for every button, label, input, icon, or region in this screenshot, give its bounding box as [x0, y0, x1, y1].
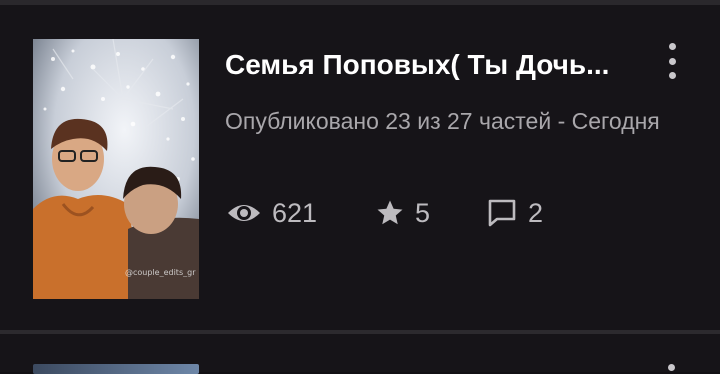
- stars-stat: 5: [375, 193, 430, 233]
- more-vertical-icon[interactable]: [668, 364, 675, 371]
- more-vertical-icon: [668, 43, 676, 50]
- fanfic-card[interactable]: @couple_edits_gr Семья Поповых( Ты Дочь.…: [0, 5, 720, 330]
- next-cover-image[interactable]: [33, 364, 199, 374]
- comment-icon: [488, 199, 516, 227]
- fanfic-title[interactable]: Семья Поповых( Ты Дочь...: [225, 47, 645, 83]
- more-vertical-icon: [668, 57, 676, 65]
- publication-status: Опубликовано 23 из 27 частей - Сегодня: [225, 108, 660, 134]
- comments-count: 2: [528, 198, 544, 228]
- more-vertical-icon: [668, 72, 676, 79]
- next-fanfic-card[interactable]: [0, 334, 720, 374]
- cover-image[interactable]: @couple_edits_gr: [33, 39, 199, 299]
- star-icon: [377, 200, 403, 225]
- eye-icon: [228, 205, 260, 221]
- cover-caption: @couple_edits_gr: [125, 268, 196, 277]
- stars-count: 5: [415, 198, 431, 228]
- more-options-button[interactable]: [656, 41, 688, 81]
- comments-stat: 2: [486, 193, 543, 233]
- views-count: 621: [272, 198, 318, 228]
- views-stat: 621: [226, 193, 317, 233]
